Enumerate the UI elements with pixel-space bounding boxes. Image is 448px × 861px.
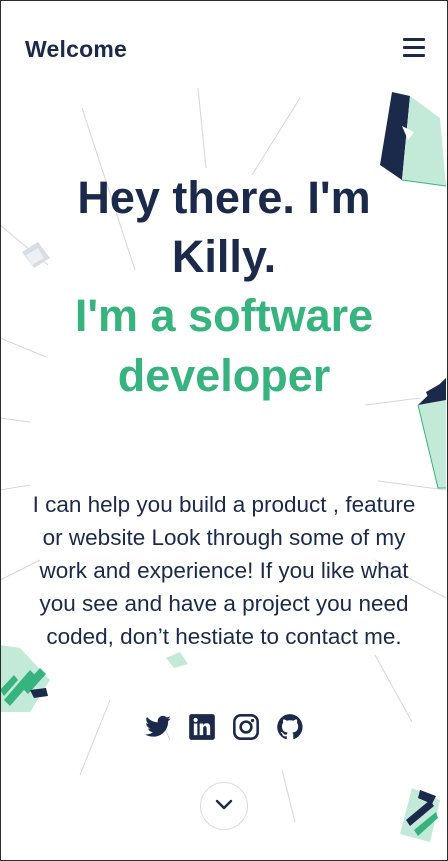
linkedin-icon[interactable] xyxy=(187,712,217,742)
hero-subtitle: I'm a software developer xyxy=(74,290,374,401)
hamburger-menu-icon[interactable] xyxy=(403,38,425,58)
twitter-icon[interactable] xyxy=(143,712,173,742)
hero-description: I can help you build a product , feature… xyxy=(32,492,416,649)
github-icon[interactable] xyxy=(275,712,305,742)
scroll-down-button[interactable] xyxy=(200,782,248,830)
social-links xyxy=(0,712,448,742)
instagram-icon[interactable] xyxy=(231,712,261,742)
hero-title: Hey there. I'm Killy. xyxy=(77,172,371,282)
hero-section: Hey there. I'm Killy. I'm a software dev… xyxy=(24,168,424,406)
brand-title[interactable]: Welcome xyxy=(25,36,127,63)
chevron-down-icon xyxy=(215,799,233,810)
top-bar: Welcome xyxy=(25,36,425,68)
